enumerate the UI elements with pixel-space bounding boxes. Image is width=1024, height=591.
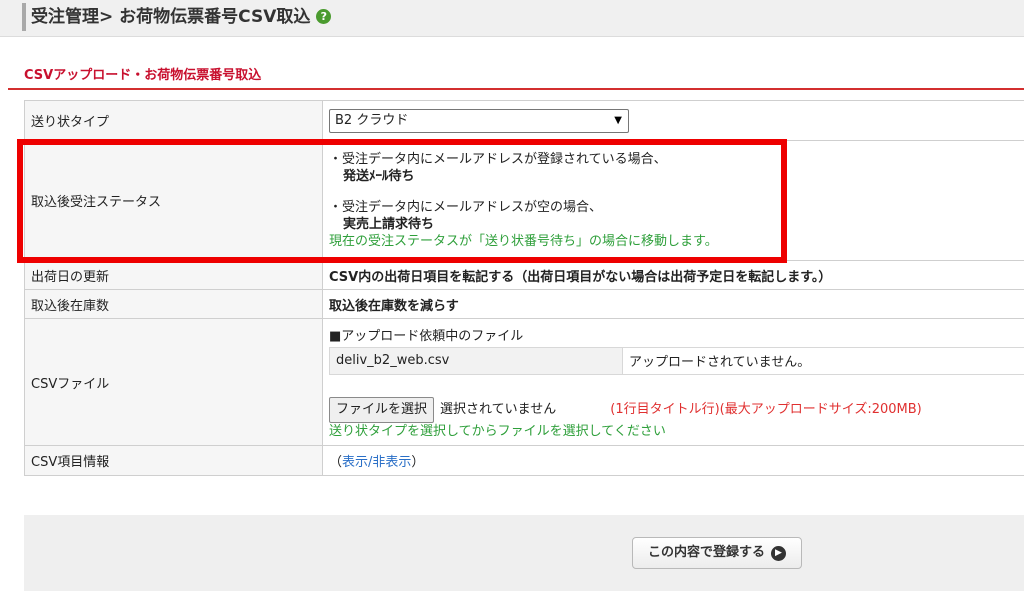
section-title: CSVアップロード・お荷物伝票番号取込 bbox=[24, 68, 262, 83]
invoice-type-selected: B2 クラウド bbox=[335, 112, 409, 128]
invoice-type-label: 送り状タイプ bbox=[24, 100, 323, 141]
upload-filename: deliv_b2_web.csv bbox=[329, 346, 623, 375]
row-csv-info: CSV項目情報 （表示/非表示） bbox=[24, 445, 1024, 476]
ship-date-label: 出荷日の更新 bbox=[24, 260, 323, 290]
paren-close: ） bbox=[411, 455, 425, 470]
status-case2: ・受注データ内にメールアドレスが空の場合、 bbox=[329, 200, 603, 215]
status-note: 現在の受注ステータスが「送り状番号待ち」の場合に移動します。 bbox=[329, 234, 718, 249]
stock-label: 取込後在庫数 bbox=[24, 289, 323, 319]
csv-info-label: CSV項目情報 bbox=[24, 445, 323, 476]
choose-file-button[interactable]: ファイルを選択 bbox=[329, 396, 435, 423]
arrow-right-icon: ▶ bbox=[771, 546, 786, 561]
chevron-down-icon: ▼ bbox=[614, 114, 622, 126]
page-title: 受注管理> お荷物伝票番号CSV取込? bbox=[31, 4, 332, 30]
row-stock: 取込後在庫数 取込後在庫数を減らす bbox=[24, 289, 1024, 319]
ship-date-value: CSV内の出荷日項目を転記する（出荷日項目がない場合は出荷予定日を転記します。） bbox=[322, 260, 1024, 290]
settings-form-table: 送り状タイプ B2 クラウド ▼ 取込後受注ステータス ・受注データ内にメールア… bbox=[24, 100, 1024, 476]
upload-heading: ■アップロード依頼中のファイル bbox=[329, 328, 524, 344]
status-label: 取込後受注ステータス bbox=[24, 140, 323, 261]
csv-file-label: CSVファイル bbox=[24, 318, 323, 446]
no-file-text: 選択されていません bbox=[440, 402, 557, 418]
footer-area: この内容で登録する ▶ bbox=[24, 515, 1024, 591]
invoice-type-select[interactable]: B2 クラウド ▼ bbox=[329, 108, 629, 133]
file-picker-row: ファイルを選択 選択されていません (1行目タイトル行)(最大アップロードサイズ:2… bbox=[329, 396, 1024, 424]
upload-status: アップロードされていません。 bbox=[622, 346, 1024, 375]
row-invoice-type: 送り状タイプ B2 クラウド ▼ bbox=[24, 100, 1024, 141]
paren-open: （ bbox=[329, 455, 343, 470]
status-case2-value: 実売上請求待ち bbox=[343, 217, 435, 232]
submit-button[interactable]: この内容で登録する ▶ bbox=[632, 537, 802, 569]
row-csv-file: CSVファイル ■アップロード依頼中のファイル deliv_b2_web.csv… bbox=[24, 318, 1024, 446]
upload-file-row: deliv_b2_web.csv アップロードされていません。 bbox=[329, 346, 1024, 375]
page-header: 受注管理> お荷物伝票番号CSV取込? bbox=[0, 0, 1024, 37]
size-note: (1行目タイトル行)(最大アップロードサイズ:200MB) bbox=[610, 402, 922, 418]
stock-value: 取込後在庫数を減らす bbox=[322, 289, 1024, 319]
upload-file-table: deliv_b2_web.csv アップロードされていません。 bbox=[329, 346, 1024, 375]
status-case1: ・受注データ内にメールアドレスが登録されている場合、 bbox=[329, 152, 667, 167]
file-hint: 送り状タイプを選択してからファイルを選択してください bbox=[329, 424, 666, 440]
page-title-text: 受注管理> お荷物伝票番号CSV取込 bbox=[31, 7, 311, 27]
submit-button-label: この内容で登録する bbox=[647, 545, 765, 560]
header-accent-bar bbox=[22, 3, 26, 31]
toggle-csv-info-link[interactable]: 表示/非表示 bbox=[342, 455, 411, 470]
row-status: 取込後受注ステータス ・受注データ内にメールアドレスが登録されている場合、 発送… bbox=[24, 140, 1024, 261]
status-case1-value: 発送ﾒｰﾙ待ち bbox=[343, 169, 415, 184]
section-divider bbox=[8, 88, 1024, 90]
question-icon[interactable]: ? bbox=[316, 9, 332, 24]
row-ship-date: 出荷日の更新 CSV内の出荷日項目を転記する（出荷日項目がない場合は出荷予定日を… bbox=[24, 260, 1024, 290]
